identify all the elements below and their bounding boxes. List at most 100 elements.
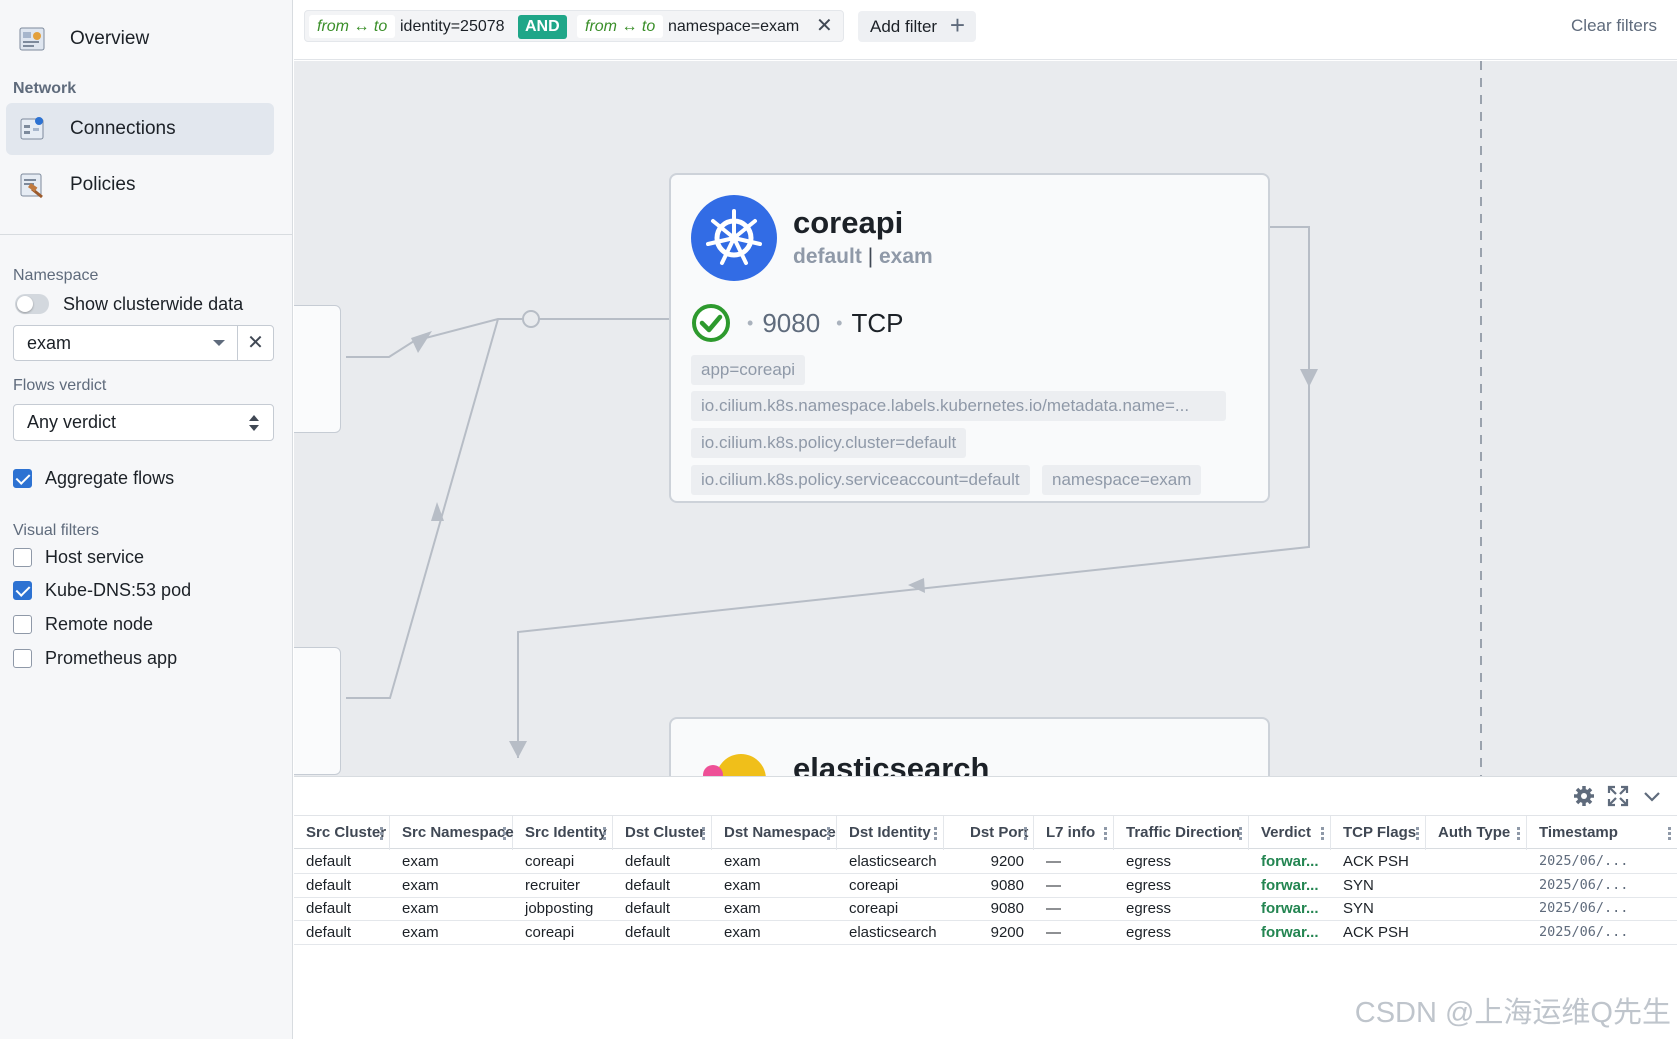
maximize-icon[interactable] xyxy=(1607,785,1629,807)
tcp-flags-cell: SYN xyxy=(1343,900,1374,917)
src-namespace-cell: exam xyxy=(402,900,439,917)
dst-cluster-cell: default xyxy=(625,923,671,941)
column-header-label: Dst Identity xyxy=(849,824,931,841)
dst-namespace-cell: exam xyxy=(724,900,761,917)
chevron-down-icon[interactable] xyxy=(1641,785,1663,807)
resize-handle-icon[interactable] xyxy=(1024,827,1027,840)
source-node-card[interactable] xyxy=(294,305,341,433)
visual-filter-label: Kube-DNS:53 pod xyxy=(45,580,192,600)
column-header-label: Src Cluster xyxy=(306,824,387,841)
column-header-label: Verdict xyxy=(1261,824,1312,841)
visual-filter-host-service[interactable]: Host service xyxy=(13,547,144,568)
node-cluster: default xyxy=(793,245,862,268)
table-row[interactable]: default exam coreapi default exam elasticsear… xyxy=(294,920,1677,945)
column-header[interactable]: Src Identity xyxy=(513,816,613,850)
plus-icon: + xyxy=(949,10,965,40)
nav-policies-label: Policies xyxy=(70,174,136,195)
visual-filter-label: Remote node xyxy=(45,614,154,634)
source-node-card[interactable] xyxy=(294,647,341,775)
column-header[interactable]: Traffic Direction xyxy=(1114,816,1249,850)
column-header-label: Src Identity xyxy=(525,824,607,841)
active-filters: from ↔ to identity=25078 AND from ↔ to n… xyxy=(304,10,844,42)
tcp-flags-cell: ACK PSH xyxy=(1343,923,1409,941)
resize-handle-icon[interactable] xyxy=(1416,827,1419,840)
resize-handle-icon[interactable] xyxy=(1321,827,1324,840)
src-cluster-cell: default xyxy=(306,876,352,894)
clear-filters-button[interactable]: Clear filters xyxy=(1571,16,1657,36)
column-header[interactable]: Verdict xyxy=(1249,816,1331,850)
add-filter-button[interactable]: Add filter + xyxy=(858,11,976,42)
label-tag: io.cilium.k8s.namespace.labels.kubernete… xyxy=(691,391,1226,421)
remove-filter-button[interactable]: ✕ xyxy=(816,14,833,38)
sidebar: Overview Network Connections Policies Na… xyxy=(0,0,293,1039)
column-header[interactable]: TCP Flags xyxy=(1331,816,1426,850)
resize-handle-icon[interactable] xyxy=(934,827,937,840)
filter-identity-value[interactable]: identity=25078 xyxy=(400,15,505,38)
visual-filter-kube-dns[interactable]: Kube-DNS:53 pod xyxy=(13,580,191,601)
filter-direction-chip[interactable]: from ↔ to xyxy=(577,15,664,38)
nav-overview-label: Overview xyxy=(70,28,150,49)
column-header[interactable]: Dst Namespace xyxy=(712,816,837,850)
timestamp-cell: 2025/06/... xyxy=(1539,900,1629,916)
network-section-label: Network xyxy=(13,80,77,97)
resize-handle-icon[interactable] xyxy=(1239,827,1242,840)
resize-handle-icon[interactable] xyxy=(827,827,830,840)
namespace-clear-button[interactable]: ✕ xyxy=(237,325,274,361)
connections-icon xyxy=(20,117,44,140)
service-map-canvas[interactable]: coreapi default | exam • 9080 • TCP app=… xyxy=(294,61,1677,776)
table-row[interactable]: default exam jobposting default exam coreapi 9… xyxy=(294,896,1677,921)
clusterwide-label: Show clusterwide data xyxy=(63,294,244,314)
namespace-select[interactable]: exam xyxy=(13,325,238,361)
column-header[interactable]: L7 info xyxy=(1034,816,1114,850)
gear-icon[interactable] xyxy=(1573,785,1595,807)
nav-policies[interactable]: Policies xyxy=(6,159,274,211)
elasticsearch-node-card[interactable]: elasticsearch xyxy=(669,717,1270,776)
verdict-value: Any verdict xyxy=(27,412,117,432)
clusterwide-toggle[interactable] xyxy=(15,294,49,314)
port-row: • 9080 • TCP xyxy=(691,303,903,343)
column-header[interactable]: Dst Identity xyxy=(837,816,944,850)
src-identity-cell: coreapi xyxy=(525,853,575,870)
table-row[interactable]: default exam coreapi default exam elasticsear… xyxy=(294,849,1677,874)
column-header[interactable]: Dst Port xyxy=(944,816,1034,850)
auth-type-cell xyxy=(1426,920,1527,945)
visual-filter-prometheus[interactable]: Prometheus app xyxy=(13,648,177,669)
column-header-label: Timestamp xyxy=(1539,824,1618,841)
node-title: coreapi xyxy=(793,205,904,240)
aggregate-flows-checkbox[interactable]: Aggregate flows xyxy=(13,468,174,489)
nav-overview[interactable]: Overview xyxy=(6,13,274,65)
filter-namespace-value[interactable]: namespace=exam xyxy=(668,15,799,38)
filter-direction-chip[interactable]: from ↔ to xyxy=(309,15,396,38)
column-header[interactable]: Dst Cluster xyxy=(613,816,712,850)
resize-handle-icon[interactable] xyxy=(702,827,705,840)
column-header[interactable]: Timestamp xyxy=(1527,816,1677,850)
visual-filter-label: Host service xyxy=(45,547,145,567)
elasticsearch-icon xyxy=(703,754,766,776)
visual-filter-remote-node[interactable]: Remote node xyxy=(13,614,153,635)
checkbox-icon xyxy=(13,615,32,634)
src-namespace-cell: exam xyxy=(402,923,439,941)
verdict-cell: forwar... xyxy=(1261,853,1319,870)
table-row[interactable]: default exam recruiter default exam coreapi 90… xyxy=(294,873,1677,898)
column-header[interactable]: Src Namespace xyxy=(390,816,514,850)
label-tag: io.cilium.k8s.policy.serviceaccount=defa… xyxy=(691,465,1030,495)
resize-handle-icon[interactable] xyxy=(1668,827,1671,840)
coreapi-node-card[interactable]: coreapi default | exam • 9080 • TCP app=… xyxy=(669,173,1270,503)
resize-handle-icon[interactable] xyxy=(503,827,506,840)
tcp-flags-cell: SYN xyxy=(1343,876,1374,894)
and-operator-badge: AND xyxy=(518,15,567,39)
resize-handle-icon[interactable] xyxy=(1517,827,1520,840)
verdict-select[interactable]: Any verdict xyxy=(13,404,274,441)
nav-connections[interactable]: Connections xyxy=(6,103,274,155)
label-tag: namespace=exam xyxy=(1042,465,1202,495)
resize-handle-icon[interactable] xyxy=(603,827,606,840)
resize-handle-icon[interactable] xyxy=(380,827,383,840)
l7-info-cell: — xyxy=(1046,853,1061,870)
dst-cluster-cell: default xyxy=(625,900,671,917)
column-header[interactable]: Auth Type xyxy=(1426,816,1527,850)
column-header[interactable]: Src Cluster xyxy=(294,816,390,850)
resize-handle-icon[interactable] xyxy=(1104,827,1107,840)
dst-port-cell: 9200 xyxy=(990,853,1024,870)
visual-filters-section-label: Visual filters xyxy=(13,522,99,539)
column-header-label: Src Namespace xyxy=(402,824,514,841)
